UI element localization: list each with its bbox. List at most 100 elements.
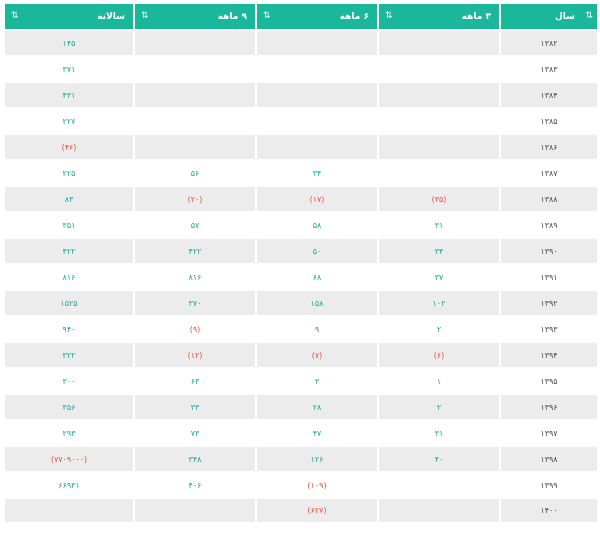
cell-annual: ۴۲۲: [5, 239, 133, 263]
cell-9-month: ۵۷: [135, 213, 255, 237]
cell-3-month: ۴۰: [379, 447, 499, 471]
cell-year: ۱۳۹۵: [501, 369, 597, 393]
cell-6-month: ۵۸: [257, 213, 377, 237]
cell-9-month: ۳۷۰: [135, 291, 255, 315]
column-header-9-month[interactable]: ۹ ماهه ⇅: [135, 4, 255, 29]
cell-annual: ۱۴۵: [5, 31, 133, 55]
cell-9-month: (۲۰): [135, 187, 255, 211]
column-header-6-month[interactable]: ۶ ماهه ⇅: [257, 4, 377, 29]
cell-year: ۱۳۹۹: [501, 473, 597, 497]
table-body: ۱۳۸۲ ۱۴۵ ۱۳۸۳ ۳۷۱ ۱۳۸۴ ۴۳۱ ۱۳۸۵ ۲۲۷ ۱۳۸۶ (۴۶) ۱۳۸۷…: [5, 31, 597, 522]
table-row: ۱۳۹۶ ۲ ۲۸ ۳۳ ۳۵۶: [5, 395, 597, 419]
sort-icon: ⇅: [11, 11, 19, 21]
column-header-year[interactable]: ⇅ سال: [501, 4, 597, 29]
cell-year: ۱۳۸۵: [501, 109, 597, 133]
cell-year: ۱۳۹۶: [501, 395, 597, 419]
cell-3-month: [379, 31, 499, 55]
table-row: ۱۳۹۳ ۲ ۹ (۹) ۹۴۰: [5, 317, 597, 341]
cell-9-month: ۴۲۲: [135, 239, 255, 263]
column-header-label: سالانه: [97, 11, 125, 22]
cell-3-month: [379, 83, 499, 107]
cell-9-month: ۸۱۶: [135, 265, 255, 289]
column-header-3-month[interactable]: ۳ ماهه ⇅: [379, 4, 499, 29]
cell-6-month: [257, 31, 377, 55]
cell-3-month: [379, 109, 499, 133]
cell-annual: ۲۲۵: [5, 161, 133, 185]
header-row: ⇅ سال ۳ ماهه ⇅ ۶ ماهه ⇅ ۹ ماهه ⇅ سالانه: [5, 4, 597, 29]
cell-9-month: ۳۴۸: [135, 447, 255, 471]
cell-annual: ۸۳: [5, 187, 133, 211]
cell-annual: ۸۱۶: [5, 265, 133, 289]
cell-3-month: ۱: [379, 369, 499, 393]
table-container: ⇅ سال ۳ ماهه ⇅ ۶ ماهه ⇅ ۹ ماهه ⇅ سالانه: [0, 0, 600, 538]
cell-year: ۱۳۸۶: [501, 135, 597, 159]
cell-year: ۱۳۸۷: [501, 161, 597, 185]
cell-6-month: ۳: [257, 369, 377, 393]
cell-annual: ۳۵۶: [5, 395, 133, 419]
cell-3-month: ۱۰۲: [379, 291, 499, 315]
cell-annual: (۷۷۰۹۰۰۰): [5, 447, 133, 471]
sort-icon: ⇅: [141, 11, 149, 21]
cell-6-month: (۶۲۷): [257, 499, 377, 522]
cell-6-month: (۱۷): [257, 187, 377, 211]
sort-icon: ⇅: [385, 11, 393, 21]
cell-3-month: [379, 499, 499, 522]
cell-3-month: ۲: [379, 395, 499, 419]
cell-9-month: [135, 135, 255, 159]
cell-6-month: [257, 83, 377, 107]
cell-9-month: [135, 109, 255, 133]
cell-year: ۱۴۰۰: [501, 499, 597, 522]
table-row: ۱۳۸۸ (۳۵) (۱۷) (۲۰) ۸۳: [5, 187, 597, 211]
cell-year: ۱۳۸۲: [501, 31, 597, 55]
table-row: ۱۳۹۷ ۳۱ ۴۷ ۷۳ ۲۹۳: [5, 421, 597, 445]
column-header-annual[interactable]: سالانه ⇅: [5, 4, 133, 29]
cell-9-month: ۷۳: [135, 421, 255, 445]
cell-annual: ۱۵۲۵: [5, 291, 133, 315]
cell-6-month: [257, 57, 377, 81]
cell-3-month: ۳۱: [379, 213, 499, 237]
cell-annual: (۴۶): [5, 135, 133, 159]
cell-3-month: [379, 161, 499, 185]
earnings-table: ⇅ سال ۳ ماهه ⇅ ۶ ماهه ⇅ ۹ ماهه ⇅ سالانه: [3, 2, 599, 524]
column-header-label: ۳ ماهه: [461, 11, 491, 22]
cell-3-month: (۳۵): [379, 187, 499, 211]
cell-3-month: ۳۱: [379, 421, 499, 445]
cell-6-month: ۱۵۸: [257, 291, 377, 315]
cell-6-month: ۲۸: [257, 395, 377, 419]
cell-9-month: ۶۳: [135, 369, 255, 393]
table-row: ۱۳۹۰ ۳۴ ۵۰ ۴۲۲ ۴۲۲: [5, 239, 597, 263]
table-row: ۱۳۸۵ ۲۲۷: [5, 109, 597, 133]
cell-3-month: [379, 57, 499, 81]
cell-year: ۱۳۹۲: [501, 291, 597, 315]
cell-9-month: ۴۰۶: [135, 473, 255, 497]
cell-3-month: ۲: [379, 317, 499, 341]
cell-6-month: ۵۰: [257, 239, 377, 263]
table-row: ۱۳۹۴ (۶) (۷) (۱۲) ۳۲۲: [5, 343, 597, 367]
cell-year: ۱۳۹۴: [501, 343, 597, 367]
cell-9-month: (۹): [135, 317, 255, 341]
cell-year: ۱۳۸۳: [501, 57, 597, 81]
column-header-label: ۹ ماهه: [217, 11, 247, 22]
cell-9-month: [135, 31, 255, 55]
cell-6-month: ۹: [257, 317, 377, 341]
table-row: ۱۳۸۲ ۱۴۵: [5, 31, 597, 55]
cell-9-month: ۵۶: [135, 161, 255, 185]
cell-annual: ۳۲۲: [5, 343, 133, 367]
cell-6-month: [257, 109, 377, 133]
cell-9-month: [135, 83, 255, 107]
cell-6-month: ۱۲۶: [257, 447, 377, 471]
table-row: ۱۳۹۹ (۱۰۹) ۴۰۶ ۶۶۹۳۱: [5, 473, 597, 497]
cell-9-month: (۱۲): [135, 343, 255, 367]
cell-year: ۱۳۸۸: [501, 187, 597, 211]
cell-year: ۱۳۸۹: [501, 213, 597, 237]
cell-6-month: [257, 135, 377, 159]
cell-annual: [5, 499, 133, 522]
column-header-label: ۶ ماهه: [339, 11, 369, 22]
cell-3-month: ۳۷: [379, 265, 499, 289]
table-row: ۱۳۸۹ ۳۱ ۵۸ ۵۷ ۳۵۱: [5, 213, 597, 237]
table-row: ۱۳۸۷ ۳۴ ۵۶ ۲۲۵: [5, 161, 597, 185]
cell-year: ۱۳۸۴: [501, 83, 597, 107]
cell-3-month: ۳۴: [379, 239, 499, 263]
cell-3-month: [379, 135, 499, 159]
table-row: ۱۴۰۰ (۶۲۷): [5, 499, 597, 522]
